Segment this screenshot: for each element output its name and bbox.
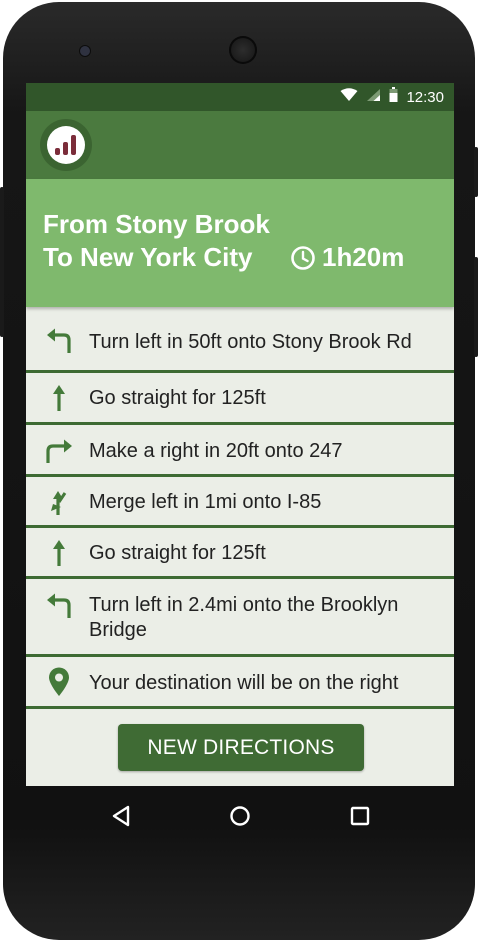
eta: 1h20m bbox=[290, 242, 404, 273]
direction-step[interactable]: Go straight for 125ft bbox=[26, 528, 454, 579]
direction-step[interactable]: Turn left in 2.4mi onto the Brooklyn Bri… bbox=[26, 579, 454, 657]
straight-arrow-icon bbox=[42, 381, 76, 415]
phone-side-button bbox=[474, 257, 478, 357]
direction-step[interactable]: Merge left in 1mi onto I-85 bbox=[26, 477, 454, 528]
turn-left-arrow-icon bbox=[42, 324, 76, 358]
status-bar: 12:30 bbox=[26, 83, 454, 111]
turn-left-arrow-icon bbox=[42, 589, 76, 623]
phone-side-button bbox=[0, 187, 4, 337]
direction-step-text: Turn left in 2.4mi onto the Brooklyn Bri… bbox=[89, 594, 399, 641]
direction-step-text: Merge left in 1mi onto I-85 bbox=[89, 491, 322, 513]
direction-step-text: Turn left in 50ft onto Stony Brook Rd bbox=[89, 331, 412, 353]
battery-icon bbox=[389, 87, 398, 107]
recents-square-icon[interactable] bbox=[348, 804, 372, 828]
back-triangle-icon[interactable] bbox=[109, 804, 133, 828]
turn-right-arrow-icon bbox=[42, 433, 76, 467]
app-logo[interactable] bbox=[40, 119, 92, 171]
merge-left-icon bbox=[42, 485, 76, 519]
wifi-icon bbox=[340, 87, 358, 107]
location-pin-icon bbox=[42, 665, 76, 699]
home-circle-icon[interactable] bbox=[228, 804, 252, 828]
direction-step-text: Make a right in 20ft onto 247 bbox=[89, 440, 343, 462]
direction-step[interactable]: Turn left in 50ft onto Stony Brook Rd bbox=[26, 309, 454, 373]
direction-step-text: Go straight for 125ft bbox=[89, 542, 266, 564]
app-screen: 12:30 From Stony Brook To New York City … bbox=[26, 83, 454, 786]
eta-value: 1h20m bbox=[322, 242, 405, 272]
signal-icon bbox=[366, 88, 381, 107]
direction-step[interactable]: Your destination will be on the right bbox=[26, 657, 454, 709]
direction-step[interactable]: Go straight for 125ft bbox=[26, 373, 454, 425]
clock-icon bbox=[291, 245, 315, 270]
route-destination: To New York City bbox=[43, 242, 253, 272]
phone-side-button bbox=[474, 147, 478, 197]
direction-step-text: Your destination will be on the right bbox=[89, 672, 399, 694]
straight-arrow-icon bbox=[42, 536, 76, 570]
bar-chart-logo-icon bbox=[55, 135, 76, 155]
android-nav-bar bbox=[26, 786, 454, 846]
status-time: 12:30 bbox=[406, 88, 444, 106]
earpiece-speaker bbox=[229, 36, 257, 64]
new-directions-button[interactable]: NEW DIRECTIONS bbox=[118, 724, 364, 771]
direction-step-text: Go straight for 125ft bbox=[89, 387, 266, 409]
app-bar bbox=[26, 111, 454, 179]
direction-step[interactable]: Make a right in 20ft onto 247 bbox=[26, 425, 454, 477]
front-camera bbox=[80, 46, 90, 56]
route-origin: From Stony Brook bbox=[43, 209, 270, 239]
route-header: From Stony Brook To New York City 1h20m bbox=[26, 179, 454, 307]
